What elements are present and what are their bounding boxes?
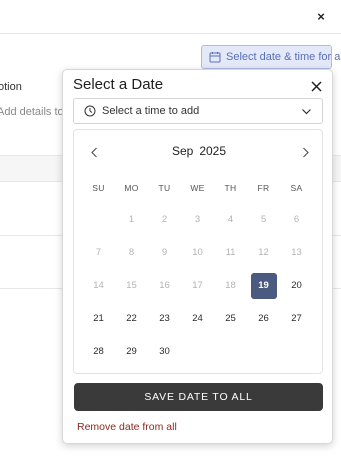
weekday-label: MO bbox=[124, 183, 139, 193]
calendar-day-number: 9 bbox=[161, 247, 168, 258]
calendar-day[interactable]: 23 bbox=[148, 302, 181, 335]
calendar-day: 2 bbox=[148, 203, 181, 236]
calendar-day[interactable]: 28 bbox=[82, 335, 115, 368]
calendar-day-number: 8 bbox=[128, 247, 135, 258]
year-label: 2025 bbox=[199, 144, 227, 158]
calendar-icon bbox=[209, 51, 221, 63]
calendar-day[interactable]: 24 bbox=[181, 302, 214, 335]
calendar-day-number: 2 bbox=[161, 214, 168, 225]
month-label: Sep bbox=[171, 144, 194, 158]
weekday-header: SU MO TU WE TH FR SA bbox=[82, 183, 313, 193]
calendar-day: 10 bbox=[181, 236, 214, 269]
calendar-day-number: 7 bbox=[95, 247, 102, 258]
weekday-label: TH bbox=[224, 183, 237, 193]
calendar-day: 11 bbox=[214, 236, 247, 269]
calendar: Sep 2025 SU MO TU WE TH FR SA 1 2 3 4 5 6 7 8 9 10 11 12 13… bbox=[73, 129, 323, 374]
calendar-day: 7 bbox=[82, 236, 115, 269]
calendar-day: 9 bbox=[148, 236, 181, 269]
calendar-day: 15 bbox=[115, 269, 148, 302]
calendar-day-number: 12 bbox=[258, 247, 269, 258]
calendar-day-number: 24 bbox=[192, 313, 203, 324]
calendar-day-number: 26 bbox=[258, 313, 269, 324]
calendar-day-selected[interactable]: 19 bbox=[247, 269, 280, 302]
calendar-day[interactable]: 26 bbox=[247, 302, 280, 335]
divider bbox=[0, 33, 341, 34]
clock-icon bbox=[84, 105, 96, 117]
month-year-label: Sep 2025 bbox=[74, 144, 324, 158]
calendar-day[interactable]: 25 bbox=[214, 302, 247, 335]
calendar-day: 13 bbox=[280, 236, 313, 269]
calendar-day-number: 17 bbox=[192, 280, 203, 291]
select-date-time-for-all-button[interactable]: Select date & time for all bbox=[201, 45, 341, 69]
calendar-day[interactable]: 29 bbox=[115, 335, 148, 368]
calendar-day: 1 bbox=[115, 203, 148, 236]
calendar-day: 3 bbox=[181, 203, 214, 236]
calendar-day-number: 6 bbox=[293, 214, 300, 225]
time-select-dropdown[interactable]: Select a time to add bbox=[73, 98, 323, 124]
calendar-day-number: 4 bbox=[227, 214, 234, 225]
calendar-day-number: 25 bbox=[225, 313, 236, 324]
calendar-day-number: 5 bbox=[260, 214, 267, 225]
calendar-day[interactable]: 21 bbox=[82, 302, 115, 335]
weekday-label: SU bbox=[92, 183, 105, 193]
weekday-label: WE bbox=[190, 183, 205, 193]
calendar-day: 12 bbox=[247, 236, 280, 269]
calendar-day: 16 bbox=[148, 269, 181, 302]
calendar-day[interactable]: 30 bbox=[148, 335, 181, 368]
field-label: otion bbox=[0, 81, 22, 93]
calendar-day-number: 28 bbox=[93, 346, 104, 357]
calendar-day-number: 23 bbox=[159, 313, 170, 324]
close-icon[interactable] bbox=[308, 78, 324, 94]
save-date-to-all-button[interactable]: SAVE DATE TO ALL bbox=[74, 383, 323, 411]
weekday-label: TU bbox=[158, 183, 171, 193]
calendar-day-number: 21 bbox=[93, 313, 104, 324]
date-picker-popup: Select a Date Select a time to add Sep 20… bbox=[62, 69, 333, 444]
remove-date-from-all-link[interactable]: Remove date from all bbox=[77, 421, 177, 433]
chevron-right-icon[interactable] bbox=[296, 143, 314, 161]
select-date-time-for-all-label: Select date & time for all bbox=[226, 51, 341, 63]
calendar-day[interactable]: 20 bbox=[280, 269, 313, 302]
calendar-day-number: 3 bbox=[194, 214, 201, 225]
calendar-day-number: 22 bbox=[126, 313, 137, 324]
calendar-day-number: 29 bbox=[126, 346, 137, 357]
calendar-day-number: 11 bbox=[225, 247, 236, 258]
weekday-label: FR bbox=[257, 183, 270, 193]
calendar-day: 6 bbox=[280, 203, 313, 236]
calendar-day-number: 1 bbox=[128, 214, 135, 225]
calendar-day: 8 bbox=[115, 236, 148, 269]
calendar-day-number: 19 bbox=[250, 272, 277, 299]
calendar-day-number: 30 bbox=[159, 346, 170, 357]
calendar-day: 18 bbox=[214, 269, 247, 302]
calendar-header: Sep 2025 bbox=[74, 143, 324, 161]
calendar-day-number: 27 bbox=[291, 313, 302, 324]
weekday-label: SA bbox=[290, 183, 303, 193]
calendar-day-number: 15 bbox=[126, 280, 137, 291]
popup-title: Select a Date bbox=[73, 76, 164, 93]
calendar-day-empty bbox=[82, 203, 115, 236]
day-grid: 1 2 3 4 5 6 7 8 9 10 11 12 13 14 15 16 17 18 19 20 21 22 23 24 2… bbox=[82, 203, 313, 368]
time-select-placeholder: Select a time to add bbox=[102, 105, 200, 117]
calendar-day: 17 bbox=[181, 269, 214, 302]
calendar-day-number: 18 bbox=[225, 280, 236, 291]
calendar-day-number: 13 bbox=[291, 247, 302, 258]
chevron-down-icon bbox=[301, 106, 312, 117]
calendar-day: 4 bbox=[214, 203, 247, 236]
calendar-day[interactable]: 27 bbox=[280, 302, 313, 335]
calendar-day: 5 bbox=[247, 203, 280, 236]
calendar-day-number: 14 bbox=[93, 280, 104, 291]
calendar-day: 14 bbox=[82, 269, 115, 302]
calendar-day-number: 10 bbox=[192, 247, 203, 258]
calendar-day[interactable]: 22 bbox=[115, 302, 148, 335]
calendar-day-number: 20 bbox=[291, 280, 302, 291]
calendar-day-number: 16 bbox=[159, 280, 170, 291]
page-close-button[interactable]: × bbox=[312, 7, 330, 25]
